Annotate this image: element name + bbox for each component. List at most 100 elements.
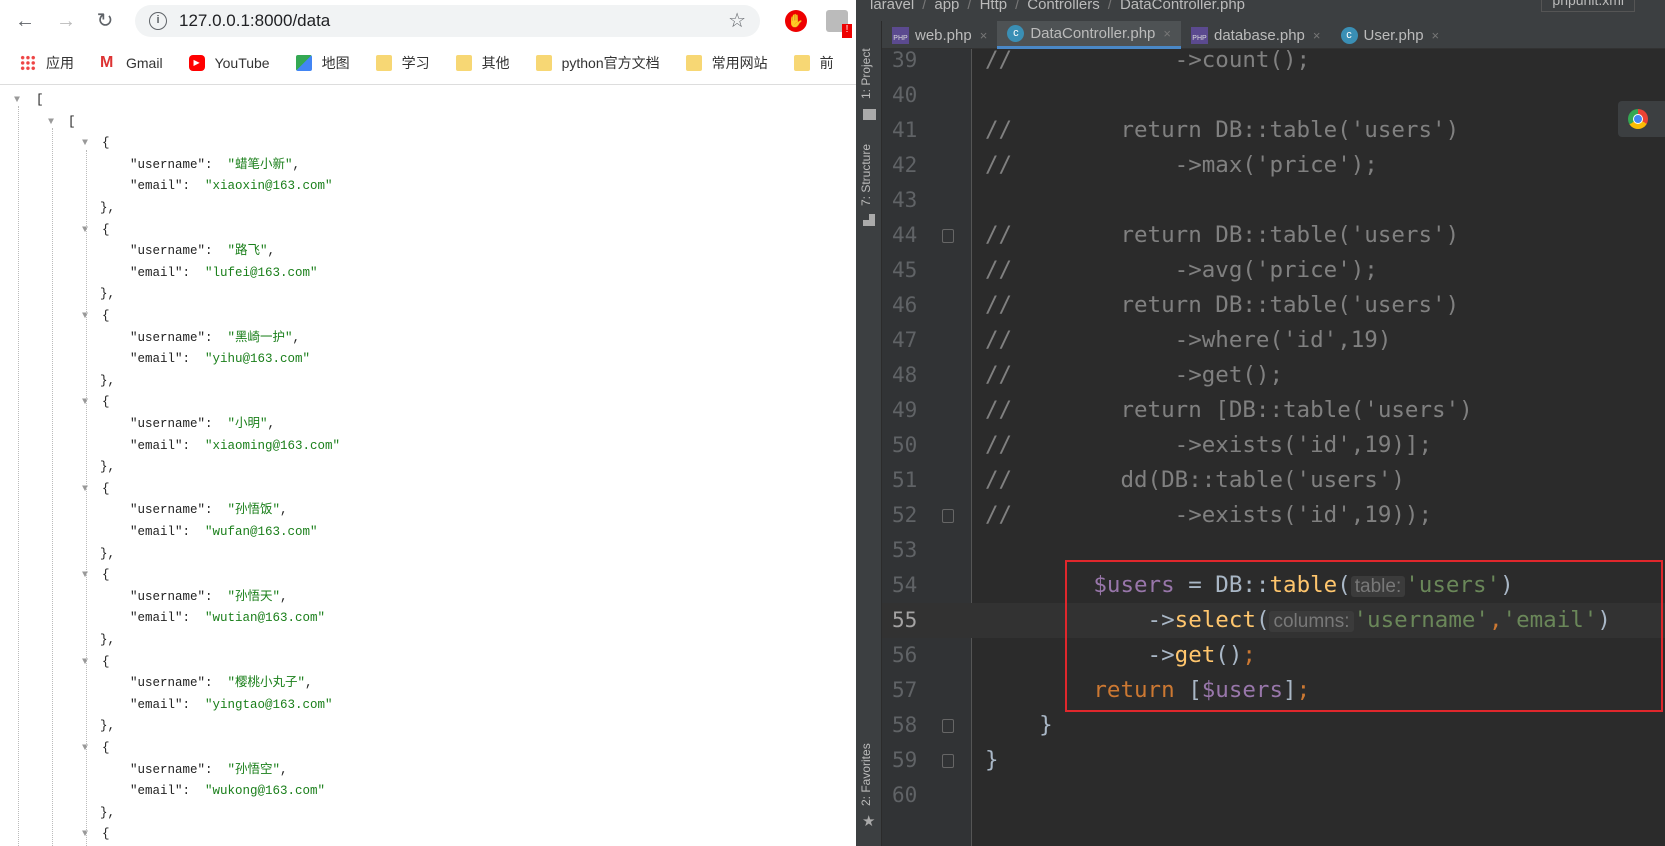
code-token: // return [DB::table('users') [985, 397, 1473, 423]
address-bar[interactable]: i 127.0.0.1:8000/data ☆ [135, 5, 760, 37]
code-token: // ->avg('price'); [985, 257, 1378, 283]
breadcrumb-item[interactable]: app [934, 0, 959, 13]
bookmark-item[interactable]: 常用网站 [685, 53, 768, 73]
collapse-toggle-icon[interactable]: ▼ [82, 565, 88, 587]
collapse-toggle-icon[interactable]: ▼ [14, 90, 20, 112]
tab-datacontroller-php[interactable]: c DataController.php × [997, 21, 1181, 49]
bookmark-label: 前 [819, 55, 834, 71]
bookmark-item[interactable]: 学习 [375, 53, 430, 73]
tool-favorites[interactable]: 2: Favorites [859, 743, 873, 806]
tool-structure[interactable]: 7: Structure [859, 144, 873, 206]
run-config-select[interactable]: phpunit.xml [1541, 0, 1635, 12]
bookmark-item[interactable]: ▶ YouTube [188, 55, 270, 71]
run-config-label: phpunit.xml [1552, 0, 1624, 8]
site-info-icon[interactable]: i [149, 12, 167, 30]
collapse-toggle-icon[interactable]: ▼ [82, 738, 88, 760]
folder-icon [535, 55, 552, 71]
json-brace: { [102, 136, 110, 151]
json-brace: { [102, 481, 110, 496]
json-username-row: "username": "黑崎一护", [130, 330, 301, 345]
close-tab-icon[interactable]: × [1432, 28, 1440, 43]
code-editor[interactable]: 39// ->count(); 40 41// return DB::table('… [882, 49, 1665, 846]
code-token: $users [1201, 677, 1284, 703]
line-number: 41 [892, 118, 918, 142]
adblock-extension-icon[interactable]: ✋ [785, 10, 807, 32]
chrome-icon[interactable] [1628, 109, 1648, 129]
collapse-toggle-icon[interactable]: ▼ [82, 392, 88, 414]
code-text: // dd(DB::table('users') [985, 463, 1405, 498]
line-number: 43 [892, 188, 918, 212]
json-email-row: "email": "wukong@163.com" [130, 784, 326, 799]
bookmark-item[interactable]: 地图 [295, 53, 350, 73]
reload-icon[interactable]: ↻ [92, 8, 118, 34]
php-file-icon: PHP [1190, 26, 1208, 44]
json-username-value: "蜡笔小新" [227, 157, 293, 172]
code-text: ->select(columns:'username','email') [985, 603, 1611, 639]
collapse-toggle-icon[interactable]: ▼ [82, 220, 88, 242]
code-line: 59} [882, 743, 1665, 778]
json-username-row: "username": "孙悟天", [130, 589, 288, 604]
breadcrumb-item[interactable]: Http [980, 0, 1008, 13]
url-text[interactable]: 127.0.0.1:8000/data [179, 11, 330, 31]
code-text: // ->exists('id',19)); [985, 498, 1432, 533]
bookmark-star-icon[interactable]: ☆ [728, 8, 746, 33]
json-email-value: "xiaoming@163.com" [205, 438, 341, 453]
ide-window: laravel / app / Http / Controllers / DataControl… [856, 0, 1665, 846]
json-brace: { [102, 222, 110, 237]
collapse-toggle-icon[interactable]: ▼ [48, 112, 54, 134]
breadcrumb-item[interactable]: Controllers [1027, 0, 1100, 13]
fold-marker-icon[interactable] [942, 229, 954, 243]
json-username-row: "username": "樱桃小丸子", [130, 676, 313, 691]
json-brace: }, [100, 201, 116, 215]
parameter-hint: columns: [1269, 611, 1354, 632]
close-tab-icon[interactable]: × [1313, 28, 1321, 43]
tab-label: web.php [915, 26, 972, 44]
tab-web-php[interactable]: PHP web.php × [882, 21, 997, 49]
browser-window: ← → ↻ i 127.0.0.1:8000/data ☆ ✋ ! 应用 M Gma… [0, 0, 856, 846]
collapse-toggle-icon[interactable]: ▼ [82, 306, 88, 328]
code-token: get [1174, 642, 1216, 668]
collapse-toggle-icon[interactable]: ▼ [82, 652, 88, 674]
tab-database-php[interactable]: PHP database.php × [1181, 21, 1331, 49]
code-token: ; [1296, 677, 1311, 703]
collapse-toggle-icon[interactable]: ▼ [82, 479, 88, 501]
bookmark-item[interactable]: M Gmail [100, 55, 163, 72]
back-icon[interactable]: ← [12, 8, 38, 34]
close-tab-icon[interactable]: × [980, 28, 988, 43]
fold-marker-icon[interactable] [942, 509, 954, 523]
folder-icon [455, 55, 472, 71]
code-token: table [1269, 572, 1338, 598]
bookmark-item[interactable]: 前 [793, 53, 834, 73]
code-token: ; [1242, 642, 1256, 668]
tool-project[interactable]: 1: Project [859, 48, 873, 99]
code-token: // ->where('id',19) [985, 327, 1392, 353]
forward-icon[interactable]: → [53, 8, 79, 34]
extension-icon[interactable]: ! [826, 10, 852, 38]
tab-user-php[interactable]: c User.php × [1331, 21, 1450, 49]
json-brace: }, [100, 805, 116, 820]
json-email-value: "wutian@163.com" [205, 611, 326, 626]
code-text: // return DB::table('users') [985, 113, 1459, 148]
bookmark-item[interactable]: python官方文档 [535, 53, 660, 73]
breadcrumb-item[interactable]: DataController.php [1120, 0, 1245, 13]
collapse-toggle-icon[interactable]: ▼ [82, 824, 88, 846]
json-brace: { [102, 741, 110, 755]
json-brace: { [102, 654, 110, 669]
fold-marker-icon[interactable] [942, 754, 954, 768]
json-username-row: "username": "小明", [130, 417, 276, 431]
fold-marker-icon[interactable] [942, 719, 954, 733]
bookmark-item[interactable]: 其他 [455, 53, 510, 73]
json-email-value: "lufei@163.com" [205, 265, 318, 280]
code-token: } [985, 712, 1053, 738]
close-tab-icon[interactable]: × [1163, 26, 1171, 41]
parameter-hint: table: [1350, 576, 1406, 597]
bookmark-item[interactable]: 应用 [20, 53, 74, 73]
collapse-toggle-icon[interactable]: ▼ [82, 133, 88, 155]
json-brace: }, [100, 287, 116, 302]
code-token: 'users' [1405, 572, 1501, 598]
breadcrumb-item[interactable]: laravel [870, 0, 914, 13]
line-number: 52 [892, 503, 918, 527]
code-line: 51 // dd(DB::table('users') [882, 463, 1665, 498]
code-text: $users = DB::table(table:'users') [985, 568, 1513, 604]
code-text: // ->get(); [985, 358, 1283, 393]
